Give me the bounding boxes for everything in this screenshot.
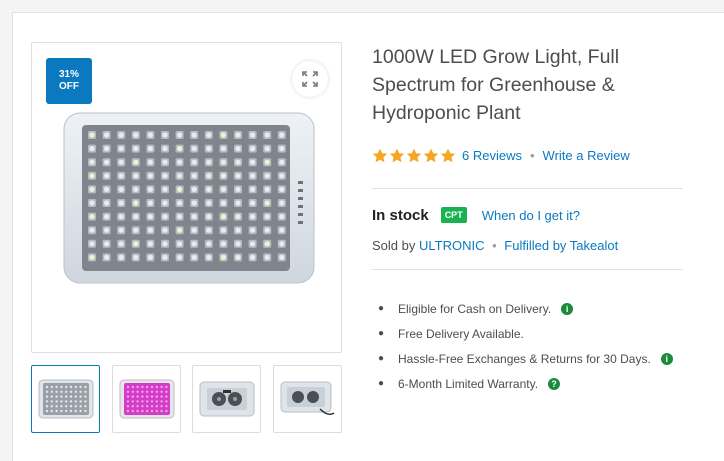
benefit-text: 6-Month Limited Warranty.	[398, 376, 539, 391]
thumbnail-back-panel[interactable]	[192, 365, 261, 433]
rating-row: 6 Reviews • Write a Review	[372, 146, 630, 164]
benefit-text: Eligible for Cash on Delivery.	[398, 301, 552, 316]
benefit-item: ● Hassle-Free Exchanges & Returns for 30…	[378, 346, 673, 371]
panel-cable-thumbnail	[280, 381, 334, 416]
info-icon[interactable]: i	[561, 302, 574, 315]
pink-led-thumbnail	[119, 379, 174, 419]
sold-by-label: Sold by	[372, 238, 416, 253]
stock-status: In stock	[372, 206, 429, 224]
bullet: ●	[378, 353, 385, 364]
discount-badge: 31% OFF	[46, 58, 92, 104]
reviews-link[interactable]: 6 Reviews	[462, 148, 522, 163]
benefit-text: Free Delivery Available.	[398, 326, 524, 341]
thumbnail-white-panel[interactable]	[31, 365, 100, 433]
star-icon	[372, 148, 388, 162]
bullet: ●	[378, 303, 385, 314]
delivery-info-link[interactable]: When do I get it?	[482, 208, 580, 223]
discount-percent: 31%	[58, 69, 79, 80]
benefit-item: ● 6-Month Limited Warranty. ?	[378, 371, 673, 396]
seller-link[interactable]: ULTRONIC	[419, 238, 484, 253]
info-icon[interactable]: i	[660, 352, 673, 365]
fulfilled-by-link[interactable]: Fulfilled by Takealot	[504, 238, 618, 253]
benefit-text: Hassle-Free Exchanges & Returns for 30 D…	[398, 351, 651, 366]
help-icon[interactable]: ?	[548, 377, 561, 390]
led-panel-thumbnail	[38, 379, 93, 419]
star-icon	[389, 148, 405, 162]
divider	[372, 269, 683, 270]
bullet: ●	[378, 328, 385, 339]
star-icon	[423, 148, 439, 162]
benefit-item: ● Free Delivery Available.	[378, 321, 673, 346]
main-image-frame[interactable]: 31% OFF	[31, 42, 342, 353]
discount-label: OFF	[59, 81, 79, 92]
product-title: 1000W LED Grow Light, Full Spectrum for …	[372, 46, 620, 124]
star-rating	[372, 148, 456, 163]
bullet: ●	[378, 378, 385, 389]
warehouse-badge[interactable]: CPT	[440, 207, 467, 223]
seller-row: Sold by ULTRONIC • Fulfilled by Takealot	[372, 238, 618, 253]
star-icon	[440, 148, 456, 162]
star-icon	[406, 148, 422, 162]
separator-dot: •	[529, 147, 535, 163]
panel-back-thumbnail	[199, 381, 254, 417]
stock-row: In stock CPT When do I get it?	[372, 205, 580, 225]
thumbnail-pink-panel[interactable]	[112, 365, 181, 433]
benefits-list: ● Eligible for Cash on Delivery. i ● Fre…	[378, 296, 673, 396]
divider	[372, 188, 683, 189]
product-main-image	[63, 112, 315, 284]
separator-dot: •	[492, 238, 497, 253]
fullscreen-icon	[302, 71, 318, 87]
benefit-item: ● Eligible for Cash on Delivery. i	[378, 296, 673, 321]
write-review-link[interactable]: Write a Review	[543, 148, 630, 163]
thumbnail-back-cable[interactable]	[273, 365, 342, 433]
expand-image-button[interactable]	[292, 61, 328, 97]
